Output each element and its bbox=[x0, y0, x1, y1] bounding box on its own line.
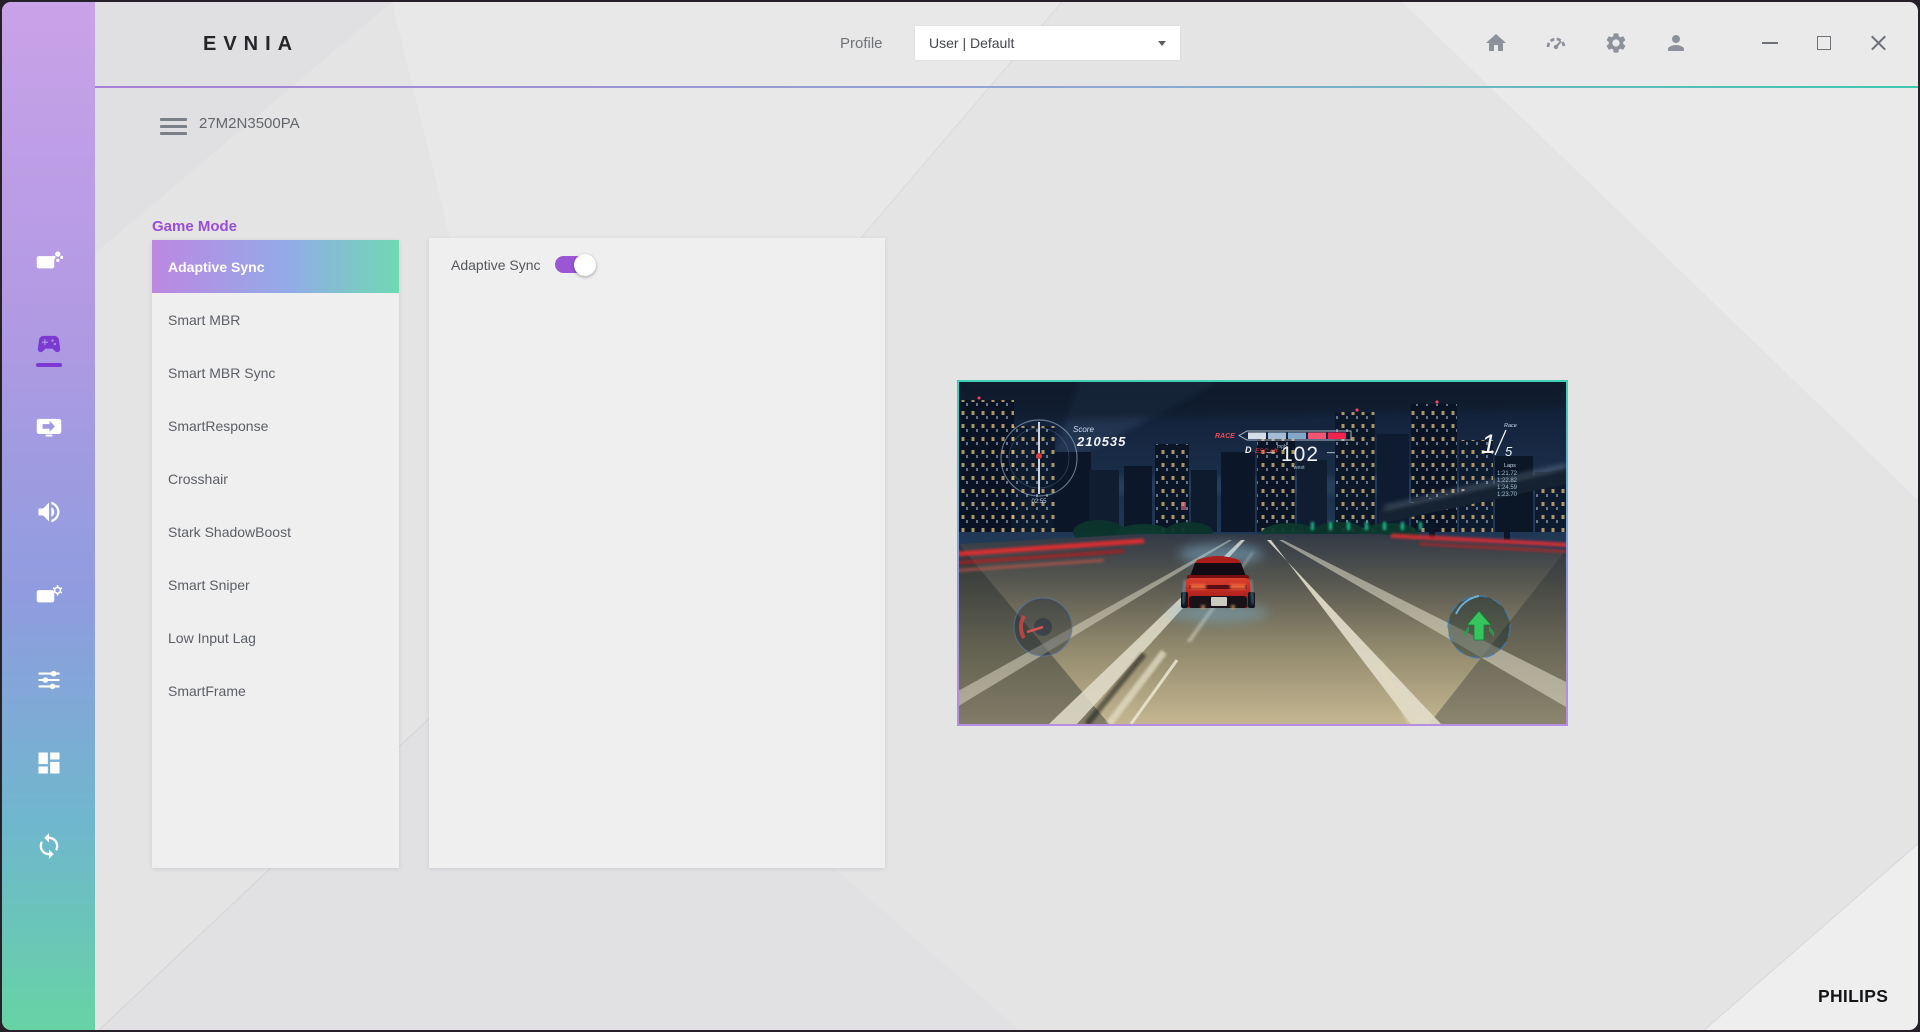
evnia-app-window: EVNIA Profile User | Default bbox=[2, 2, 1918, 1030]
profile-label: Profile bbox=[840, 35, 883, 52]
maximize-button[interactable] bbox=[1812, 31, 1836, 55]
settings-icon bbox=[1604, 31, 1628, 55]
sidebar bbox=[2, 2, 95, 1030]
game-preview: 02:55 Score 210535 RACE D ESC off mph bbox=[957, 380, 1568, 726]
maximize-icon bbox=[1817, 36, 1831, 50]
sidebar-item-input-source[interactable] bbox=[32, 413, 66, 441]
user-button[interactable] bbox=[1664, 31, 1688, 55]
dashboard-button[interactable] bbox=[1544, 31, 1568, 55]
home-icon bbox=[1484, 31, 1508, 55]
profile-dropdown[interactable]: User | Default bbox=[915, 26, 1180, 60]
sidebar-item-display-settings[interactable] bbox=[32, 582, 66, 610]
close-button[interactable] bbox=[1866, 31, 1890, 55]
list-item-crosshair[interactable]: Crosshair bbox=[152, 452, 399, 505]
home-button[interactable] bbox=[1484, 31, 1508, 55]
input-source-icon bbox=[35, 413, 63, 441]
list-item-smartresponse[interactable]: SmartResponse bbox=[152, 399, 399, 452]
list-item-smart-mbr-sync[interactable]: Smart MBR Sync bbox=[152, 346, 399, 399]
sync-icon bbox=[35, 832, 63, 860]
list-item-stark-shadowboost[interactable]: Stark ShadowBoost bbox=[152, 505, 399, 558]
sidebar-item-audio[interactable] bbox=[32, 498, 66, 526]
dashboard-icon bbox=[1544, 31, 1568, 55]
sidebar-item-adjustments[interactable] bbox=[32, 666, 66, 694]
minimize-button[interactable] bbox=[1758, 31, 1782, 55]
page-title: Game Mode bbox=[152, 218, 237, 235]
sidebar-item-game-mode[interactable] bbox=[32, 330, 66, 367]
user-icon bbox=[1664, 31, 1688, 55]
profile-dropdown-value: User | Default bbox=[929, 35, 1014, 51]
sidebar-item-sync[interactable] bbox=[32, 832, 66, 860]
settings-button[interactable] bbox=[1604, 31, 1628, 55]
topbar-nav bbox=[1484, 31, 1688, 55]
adaptive-sync-toggle[interactable] bbox=[555, 256, 593, 273]
window-controls bbox=[1758, 31, 1890, 55]
evnia-logo: EVNIA bbox=[203, 33, 299, 56]
hamburger-icon bbox=[160, 118, 187, 121]
adjustments-icon bbox=[35, 666, 63, 694]
list-item-smartframe[interactable]: SmartFrame bbox=[152, 664, 399, 717]
list-item-low-input-lag[interactable]: Low Input Lag bbox=[152, 611, 399, 664]
list-item-smart-sniper[interactable]: Smart Sniper bbox=[152, 558, 399, 611]
toggle-knob bbox=[574, 254, 596, 276]
sidebar-item-layout[interactable] bbox=[32, 749, 66, 777]
chevron-down-icon bbox=[1158, 41, 1166, 46]
list-item-adaptive-sync[interactable]: Adaptive Sync bbox=[152, 240, 399, 293]
device-id: 27M2N3500PA bbox=[199, 115, 300, 132]
game-mode-list: Adaptive Sync Smart MBR Smart MBR Sync S… bbox=[152, 240, 399, 868]
display-settings-icon bbox=[35, 582, 63, 610]
layout-icon bbox=[35, 749, 63, 777]
list-item-smart-mbr[interactable]: Smart MBR bbox=[152, 293, 399, 346]
game-mode-icon bbox=[35, 330, 63, 358]
minimize-icon bbox=[1762, 42, 1778, 44]
topbar-divider bbox=[95, 86, 1918, 88]
smart-image-icon bbox=[35, 248, 63, 276]
toggle-label: Adaptive Sync bbox=[451, 257, 541, 273]
active-indicator bbox=[36, 363, 62, 367]
preview-tint bbox=[959, 382, 1566, 724]
audio-icon bbox=[35, 498, 63, 526]
sidebar-item-smart-image[interactable] bbox=[32, 248, 66, 276]
settings-panel: Adaptive Sync bbox=[429, 238, 885, 868]
close-icon bbox=[1870, 35, 1887, 52]
philips-logo: PHILIPS bbox=[1818, 986, 1888, 1007]
menu-button[interactable] bbox=[160, 118, 187, 135]
